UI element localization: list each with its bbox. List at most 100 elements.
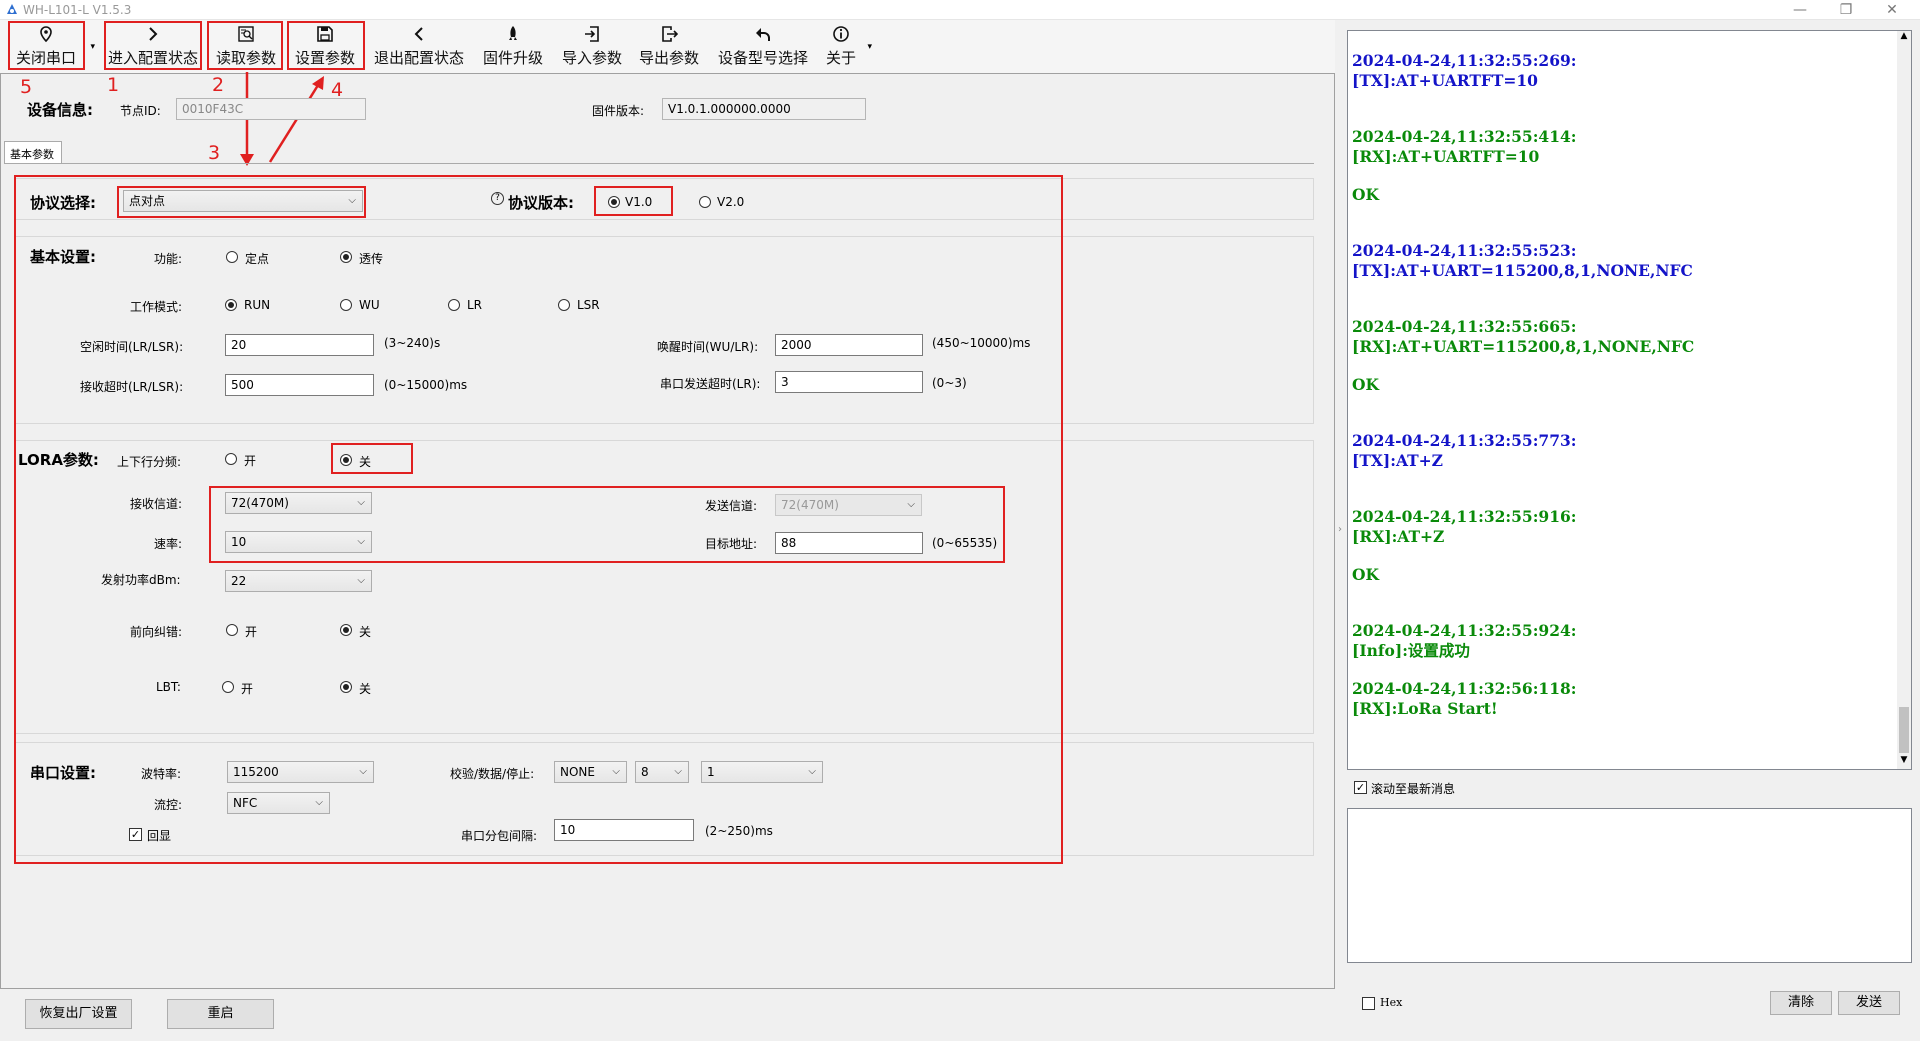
device-model-button[interactable]: 设备型号选择 xyxy=(712,20,814,72)
chevron-down-icon: ⌵ xyxy=(315,797,323,808)
tab-basic-params[interactable]: 基本参数 xyxy=(4,141,62,163)
export-params-button[interactable]: 导出参数 xyxy=(634,20,704,72)
send-input[interactable] xyxy=(1347,808,1912,963)
scroll-up-icon[interactable]: ▲ xyxy=(1897,31,1911,45)
rate-label: 速率: xyxy=(154,537,183,551)
target-address-input[interactable]: 88 xyxy=(775,532,923,554)
fec-label: 前向纠错: xyxy=(130,625,183,639)
target-address-label: 目标地址: xyxy=(705,537,758,551)
split-off-radio[interactable] xyxy=(340,454,352,466)
fec-off-radio[interactable] xyxy=(340,624,352,636)
split-on-radio[interactable] xyxy=(225,453,237,465)
close-port-dropdown-icon[interactable]: ▾ xyxy=(90,42,95,52)
mode-lr-label: LR xyxy=(467,298,483,312)
hex-label: Hex xyxy=(1380,996,1403,1009)
rx-timeout-input[interactable]: 500 xyxy=(225,374,374,396)
set-params-button[interactable]: 设置参数 xyxy=(289,20,361,72)
flow-control-select[interactable]: NFC ⌵ xyxy=(227,792,330,814)
scroll-down-icon[interactable]: ▼ xyxy=(1897,755,1911,769)
annotation-number-5: 5 xyxy=(20,76,33,98)
restart-button[interactable]: 重启 xyxy=(167,999,274,1029)
toolbar: 关闭串口 ▾ 进入配置状态 读取参数 设置参数 退出配置状态 固件升级 导入参数… xyxy=(0,20,1335,73)
split-on-label: 开 xyxy=(244,454,257,468)
idle-time-label: 空闲时间(LR/LSR): xyxy=(80,340,184,354)
lbt-label: LBT: xyxy=(156,680,181,694)
send-button[interactable]: 发送 xyxy=(1838,991,1900,1015)
echo-checkbox[interactable]: ✓ xyxy=(129,828,142,841)
about-button[interactable]: 关于 ▾ xyxy=(820,20,872,72)
wake-time-label: 唤醒时间(WU/LR): xyxy=(657,340,759,354)
log-line: 2024-04-24,11:32:56:118: xyxy=(1352,679,1577,698)
factory-reset-button[interactable]: 恢复出厂设置 xyxy=(25,999,132,1029)
import-icon xyxy=(585,26,599,42)
mode-wu-radio[interactable] xyxy=(340,299,352,311)
mode-lsr-label: LSR xyxy=(577,298,600,312)
data-bits-select[interactable]: 8 ⌵ xyxy=(635,761,689,783)
wake-time-input[interactable]: 2000 xyxy=(775,334,923,356)
log-output[interactable]: 2024-04-24,11:32:55:269: [TX]:AT+UARTFT=1… xyxy=(1347,30,1912,770)
chevron-left-icon xyxy=(414,27,423,41)
firmware-version-label: 固件版本: xyxy=(592,104,645,118)
annotation-arrows xyxy=(240,72,324,166)
protocol-v2-radio[interactable] xyxy=(699,196,711,208)
tx-timeout-input[interactable]: 3 xyxy=(775,371,923,393)
undo-arrow-icon xyxy=(756,28,770,41)
lbt-off-radio[interactable] xyxy=(340,681,352,693)
echo-label: 回显 xyxy=(147,829,172,843)
read-params-button[interactable]: 读取参数 xyxy=(210,20,282,72)
firmware-upgrade-button[interactable]: 固件升级 xyxy=(476,20,550,72)
lbt-on-radio[interactable] xyxy=(222,681,234,693)
log-line: 2024-04-24,11:32:55:773: xyxy=(1352,431,1577,450)
mode-lsr-radio[interactable] xyxy=(558,299,570,311)
clear-button[interactable]: 清除 xyxy=(1770,991,1832,1015)
minimize-button[interactable]: — xyxy=(1777,0,1823,20)
chevron-right-icon xyxy=(149,27,158,41)
rx-channel-select[interactable]: 72(470M) ⌵ xyxy=(225,492,372,514)
idle-time-input[interactable]: 20 xyxy=(225,334,374,356)
about-dropdown-icon[interactable]: ▾ xyxy=(867,42,872,52)
hex-checkbox[interactable] xyxy=(1362,997,1375,1010)
rate-select[interactable]: 10 ⌵ xyxy=(225,531,372,553)
log-line: [TX]:AT+UARTFT=10 xyxy=(1352,71,1538,90)
mode-run-radio[interactable] xyxy=(225,299,237,311)
baud-rate-select[interactable]: 115200 ⌵ xyxy=(227,761,374,783)
enter-config-button[interactable]: 进入配置状态 xyxy=(104,20,202,72)
close-port-button[interactable]: 关闭串口 ▾ xyxy=(7,20,95,72)
tx-power-select[interactable]: 22 ⌵ xyxy=(225,570,372,592)
scroll-thumb[interactable] xyxy=(1899,707,1909,753)
log-line: 2024-04-24,11:32:55:665: xyxy=(1352,317,1577,336)
restore-button[interactable]: ❐ xyxy=(1823,0,1869,20)
log-line: [RX]:AT+UARTFT=10 xyxy=(1352,147,1540,166)
chevron-down-icon: ⌵ xyxy=(348,195,356,206)
function-fixed-label: 定点 xyxy=(245,252,270,266)
stop-bits-select[interactable]: 1 ⌵ xyxy=(701,761,823,783)
close-window-button[interactable]: ✕ xyxy=(1869,0,1915,20)
protocol-select[interactable]: 点对点 ⌵ xyxy=(123,190,363,212)
help-icon[interactable]: ? xyxy=(491,192,504,205)
basic-settings-title: 基本设置: xyxy=(30,248,96,266)
protocol-v2-label: V2.0 xyxy=(717,195,745,209)
info-icon xyxy=(833,26,849,42)
packet-interval-range: (2~250)ms xyxy=(705,824,773,838)
packet-interval-input[interactable]: 10 xyxy=(554,819,694,841)
parity-label: 校验/数据/停止: xyxy=(450,767,535,781)
flow-control-label: 流控: xyxy=(154,798,183,812)
chevron-down-icon: ⌵ xyxy=(612,766,620,777)
exit-config-button[interactable]: 退出配置状态 xyxy=(369,20,469,72)
splitter-handle[interactable]: › xyxy=(1335,500,1345,560)
log-line: [RX]:AT+UART=115200,8,1,NONE,NFC xyxy=(1352,337,1695,356)
protocol-v1-radio[interactable] xyxy=(608,196,620,208)
function-transparent-radio[interactable] xyxy=(340,251,352,263)
save-icon xyxy=(317,26,333,42)
parity-select[interactable]: NONE ⌵ xyxy=(554,761,627,783)
rx-timeout-range: (0~15000)ms xyxy=(384,378,468,392)
function-fixed-radio[interactable] xyxy=(226,251,238,263)
fec-on-radio[interactable] xyxy=(226,624,238,636)
function-transparent-label: 透传 xyxy=(359,252,384,266)
log-scrollbar[interactable]: ▲ ▼ xyxy=(1897,31,1911,769)
import-params-button[interactable]: 导入参数 xyxy=(557,20,627,72)
autoscroll-checkbox[interactable]: ✓ xyxy=(1354,781,1367,794)
annotation-number-3: 3 xyxy=(208,142,221,164)
mode-lr-radio[interactable] xyxy=(448,299,460,311)
tx-timeout-label: 串口发送超时(LR): xyxy=(660,377,761,391)
